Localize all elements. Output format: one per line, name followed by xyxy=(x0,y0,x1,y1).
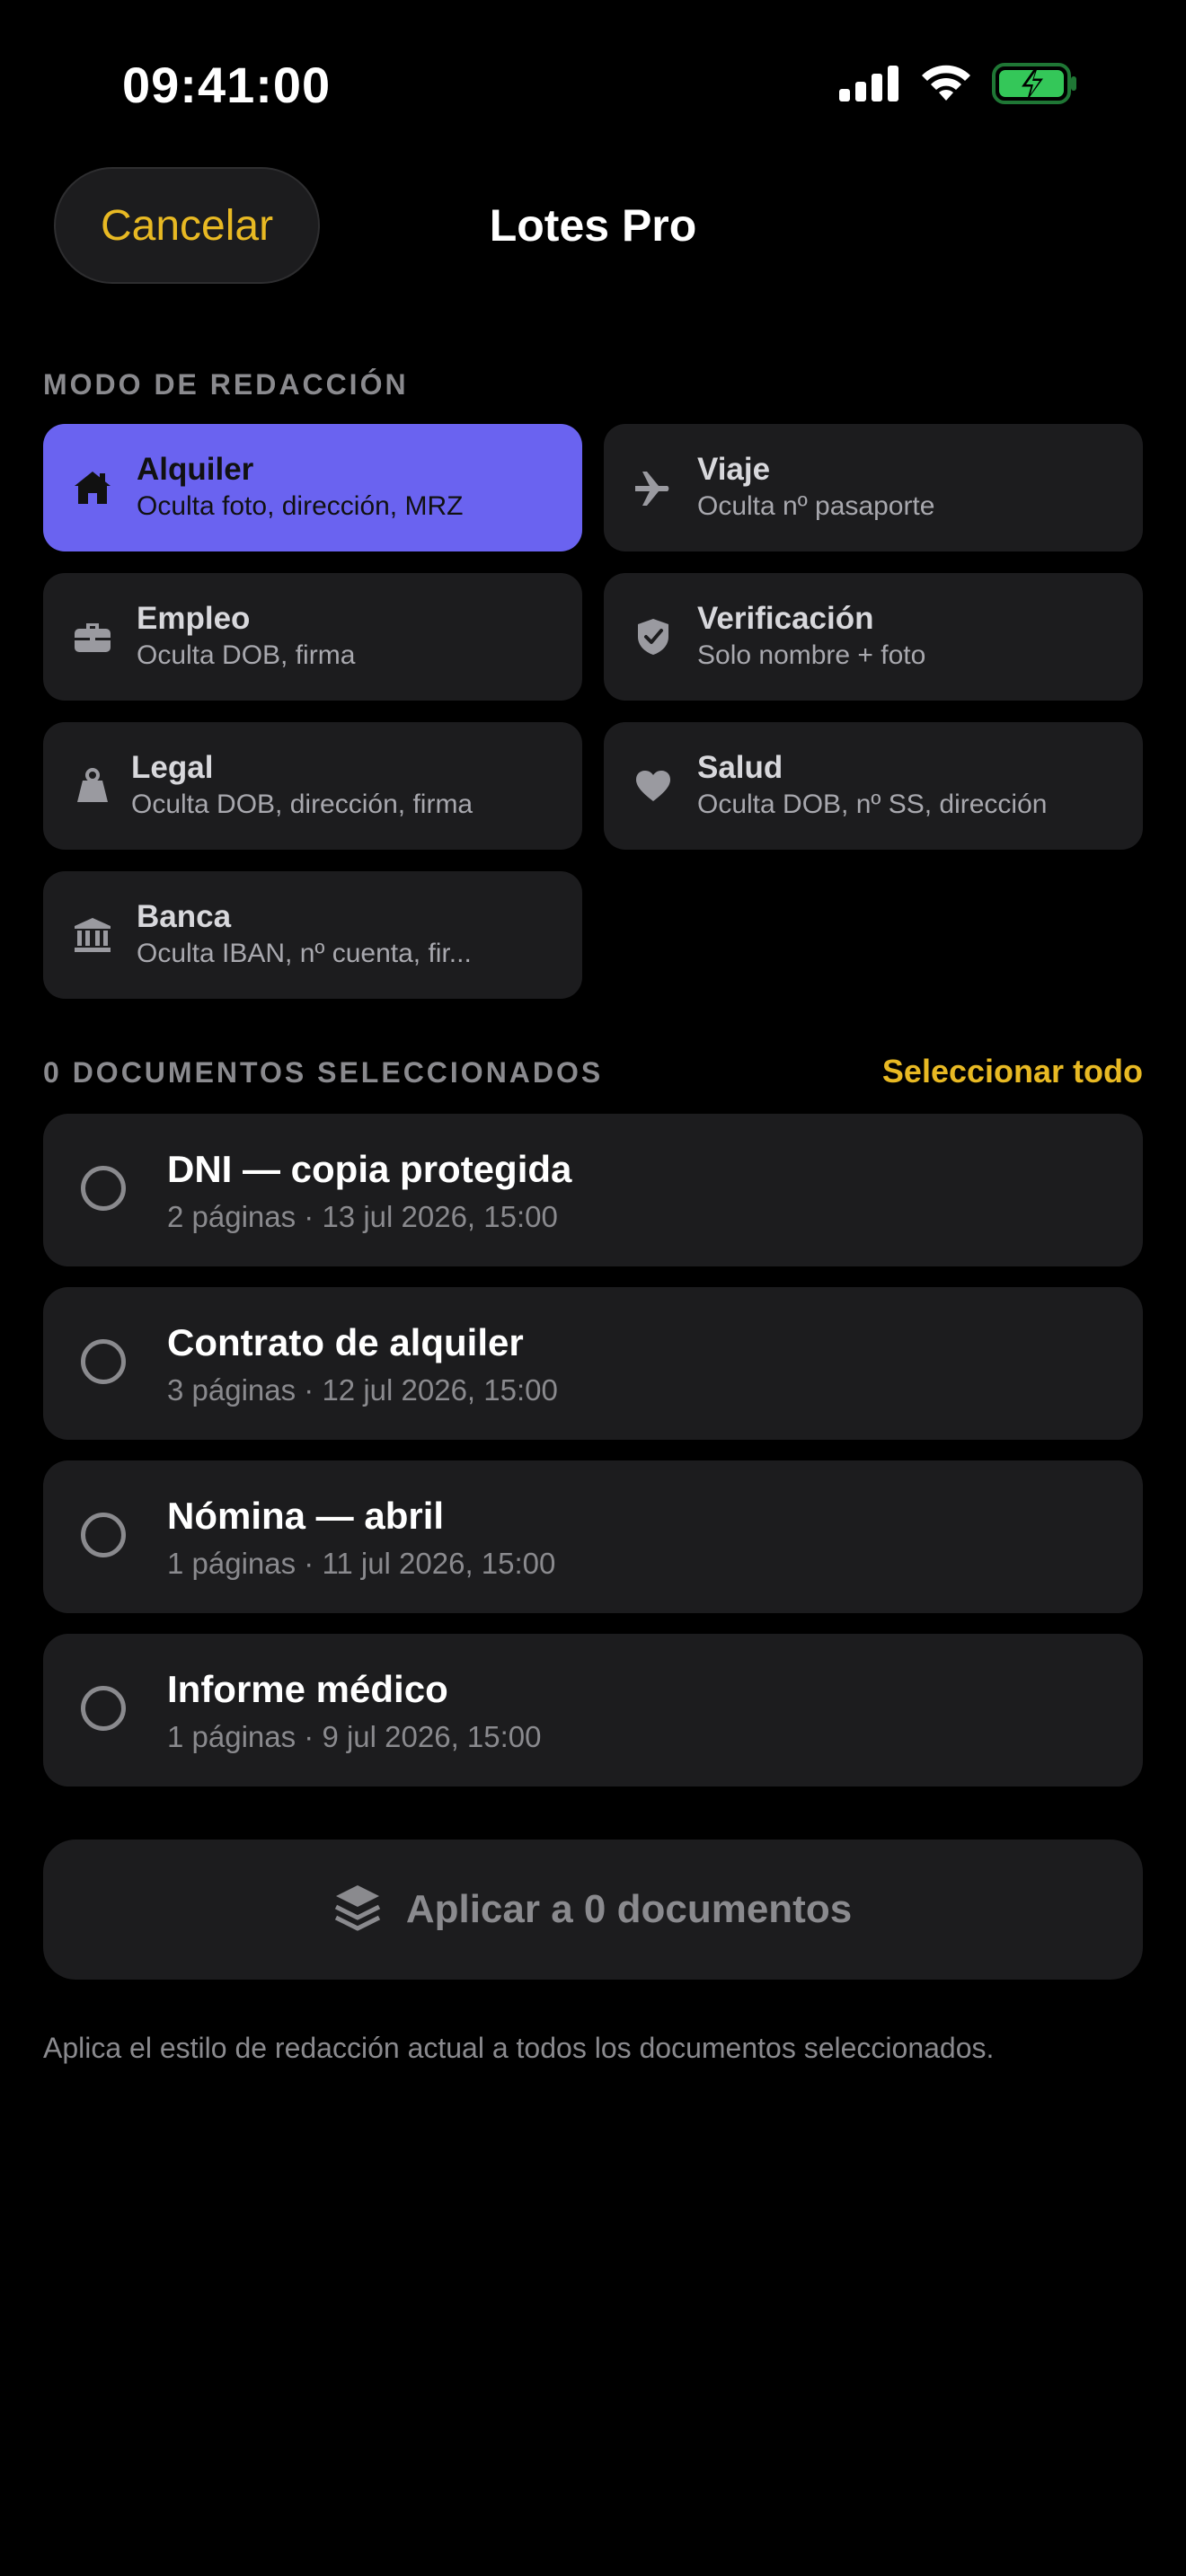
document-meta: 1 páginas · 9 jul 2026, 15:00 xyxy=(167,1720,542,1753)
select-all-button[interactable]: Seleccionar todo xyxy=(882,1053,1143,1090)
document-meta: 1 páginas · 11 jul 2026, 15:00 xyxy=(167,1547,556,1580)
house-icon xyxy=(72,467,113,508)
mode-title: Banca xyxy=(137,899,232,934)
mode-card-salud[interactable]: Salud Oculta DOB, nº SS, dirección xyxy=(604,722,1143,850)
mode-subtitle: Oculta nº pasaporte xyxy=(697,491,935,521)
mode-title: Empleo xyxy=(137,601,251,636)
document-row[interactable]: Informe médico 1 páginas · 9 jul 2026, 1… xyxy=(43,1634,1143,1786)
document-row[interactable]: Nómina — abril 1 páginas · 11 jul 2026, … xyxy=(43,1460,1143,1613)
document-title: DNI — copia protegida xyxy=(167,1148,572,1190)
mode-title: Legal xyxy=(131,750,214,785)
mode-card-viaje[interactable]: Viaje Oculta nº pasaporte xyxy=(604,424,1143,551)
modes-section-header: MODO DE REDACCIÓN xyxy=(43,368,409,401)
radio-unchecked-icon[interactable] xyxy=(81,1513,126,1557)
document-meta: 3 páginas · 12 jul 2026, 15:00 xyxy=(167,1373,558,1407)
bank-icon xyxy=(72,914,113,956)
status-time: 09:41:00 xyxy=(122,57,332,113)
document-meta: 2 páginas · 13 jul 2026, 15:00 xyxy=(167,1200,558,1233)
airplane-icon xyxy=(633,467,674,508)
shield-check-icon xyxy=(633,616,674,657)
footer-note: Aplica el estilo de redacción actual a t… xyxy=(43,2032,995,2064)
mode-card-empleo[interactable]: Empleo Oculta DOB, firma xyxy=(43,573,582,701)
cellular-signal-icon xyxy=(839,66,900,106)
mode-card-verificacion[interactable]: Verificación Solo nombre + foto xyxy=(604,573,1143,701)
mode-subtitle: Oculta DOB, firma xyxy=(137,640,356,670)
mode-title: Alquiler xyxy=(137,452,254,487)
document-title: Informe médico xyxy=(167,1668,448,1710)
document-title: Nómina — abril xyxy=(167,1495,445,1537)
mode-subtitle: Oculta DOB, dirección, firma xyxy=(131,790,474,819)
radio-unchecked-icon[interactable] xyxy=(81,1339,126,1384)
mode-card-alquiler[interactable]: Alquiler Oculta foto, dirección, MRZ xyxy=(43,424,582,551)
briefcase-icon xyxy=(72,616,113,657)
mode-subtitle: Oculta IBAN, nº cuenta, fir... xyxy=(137,939,472,968)
apply-button-label: Aplicar a 0 documentos xyxy=(405,1887,853,1931)
page-title: Lotes Pro xyxy=(489,200,697,251)
document-title: Contrato de alquiler xyxy=(167,1321,524,1363)
status-icons xyxy=(839,63,1078,109)
mode-subtitle: Solo nombre + foto xyxy=(697,640,926,670)
wifi-icon xyxy=(920,65,972,107)
batch-screen: 09:41:00 Cancelar Lotes Pro MODO DE REDA… xyxy=(0,0,1186,2576)
radio-unchecked-icon[interactable] xyxy=(81,1166,126,1211)
weight-icon xyxy=(72,765,113,807)
document-row[interactable]: DNI — copia protegida 2 páginas · 13 jul… xyxy=(43,1114,1143,1266)
mode-title: Viaje xyxy=(697,452,771,487)
radio-unchecked-icon[interactable] xyxy=(81,1686,126,1731)
mode-card-legal[interactable]: Legal Oculta DOB, dirección, firma xyxy=(43,722,582,850)
mode-subtitle: Oculta foto, dirección, MRZ xyxy=(137,491,464,521)
mode-title: Verificación xyxy=(697,601,874,636)
battery-charging-icon xyxy=(992,63,1078,109)
mode-card-banca[interactable]: Banca Oculta IBAN, nº cuenta, fir... xyxy=(43,871,582,999)
layers-icon xyxy=(334,1883,381,1936)
mode-subtitle: Oculta DOB, nº SS, dirección xyxy=(697,790,1048,819)
heart-icon xyxy=(633,765,674,807)
documents-section-header: 0 DOCUMENTOS SELECCIONADOS xyxy=(43,1056,604,1089)
document-row[interactable]: Contrato de alquiler 3 páginas · 12 jul … xyxy=(43,1287,1143,1440)
apply-button[interactable]: Aplicar a 0 documentos xyxy=(43,1839,1143,1980)
mode-title: Salud xyxy=(697,750,783,785)
